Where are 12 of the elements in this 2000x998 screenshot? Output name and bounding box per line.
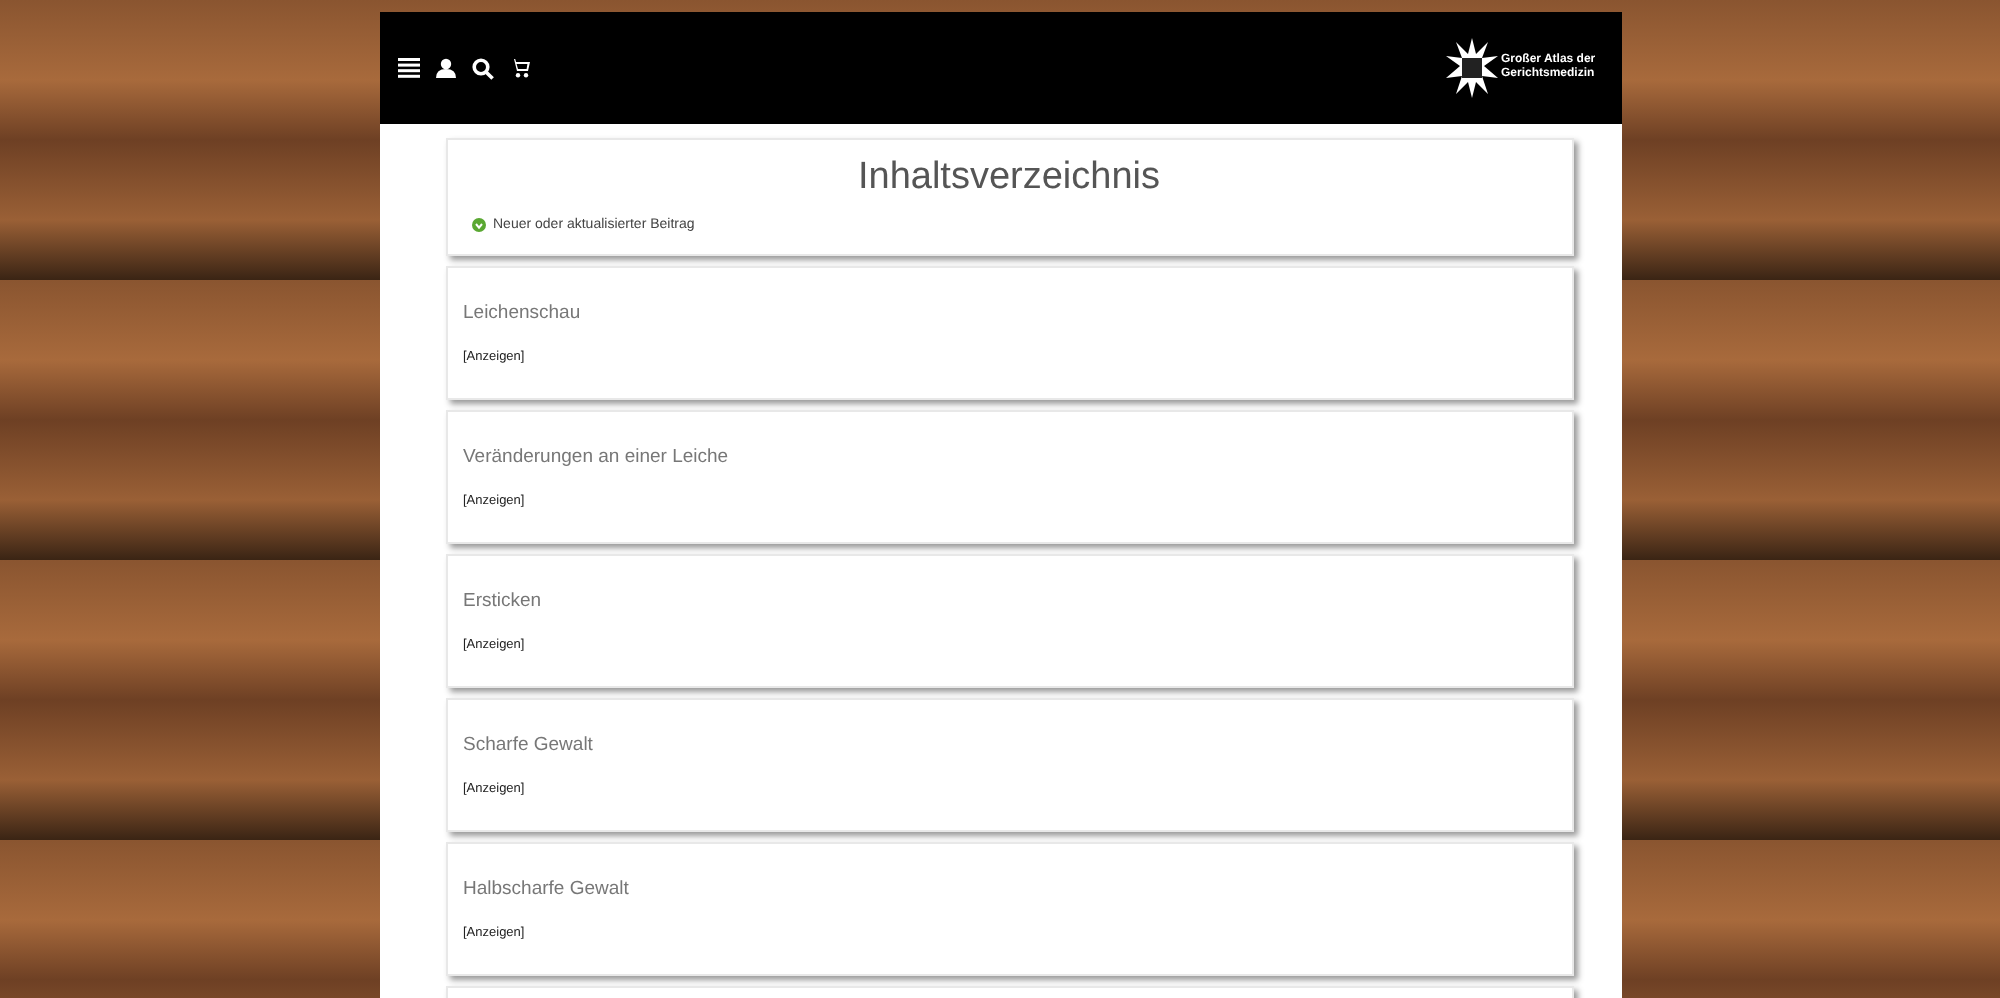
section-title: Ersticken bbox=[463, 590, 544, 614]
cart-icon[interactable] bbox=[509, 58, 529, 78]
section-title: Veränderungen an einer Leiche bbox=[463, 446, 731, 470]
section-title: Halbscharfe Gewalt bbox=[463, 878, 631, 902]
menu-icon[interactable] bbox=[397, 58, 419, 78]
star-emblem-icon bbox=[1445, 38, 1497, 98]
search-icon[interactable] bbox=[471, 57, 493, 79]
page-title: Inhaltsverzeichnis bbox=[855, 154, 1163, 202]
new-post-icon bbox=[471, 218, 485, 232]
section-title: Leichenschau bbox=[463, 302, 583, 326]
section-title: Scharfe Gewalt bbox=[463, 734, 595, 758]
user-icon[interactable] bbox=[435, 58, 455, 78]
